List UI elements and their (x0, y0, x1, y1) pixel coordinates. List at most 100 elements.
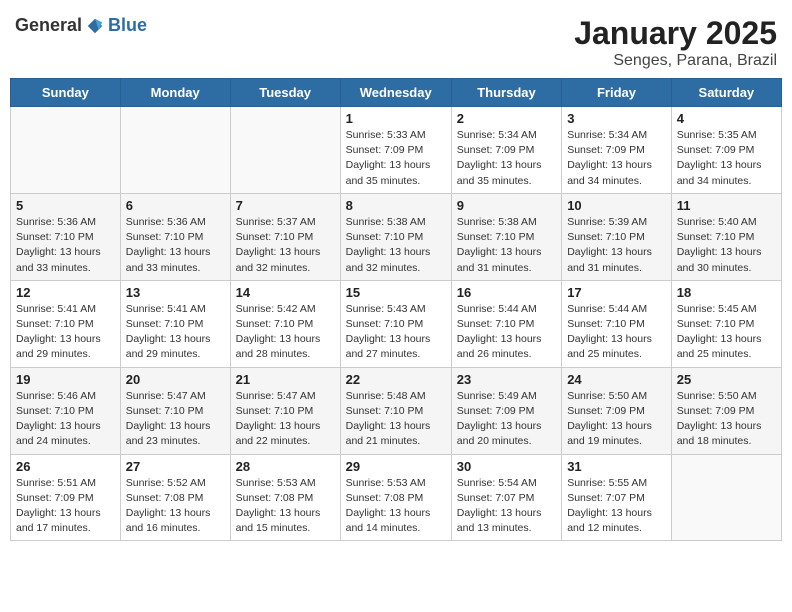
calendar-body: 1 Sunrise: 5:33 AMSunset: 7:09 PMDaylight… (11, 107, 782, 541)
day-number: 2 (457, 111, 556, 126)
calendar-cell: 6 Sunrise: 5:36 AMSunset: 7:10 PMDaylight… (120, 193, 230, 280)
day-info: Sunrise: 5:49 AMSunset: 7:09 PMDaylight:… (457, 389, 556, 450)
calendar-cell: 12 Sunrise: 5:41 AMSunset: 7:10 PMDayligh… (11, 280, 121, 367)
calendar-cell: 8 Sunrise: 5:38 AMSunset: 7:10 PMDaylight… (340, 193, 451, 280)
day-info: Sunrise: 5:36 AMSunset: 7:10 PMDaylight:… (126, 215, 225, 276)
day-info: Sunrise: 5:51 AMSunset: 7:09 PMDaylight:… (16, 476, 115, 537)
calendar-cell: 29Sunrise: 5:53 AMSunset: 7:08 PMDayligh… (340, 454, 451, 541)
logo-blue: Blue (108, 15, 147, 36)
logo-icon (86, 17, 104, 35)
calendar-cell: 22Sunrise: 5:48 AMSunset: 7:10 PMDayligh… (340, 367, 451, 454)
calendar-cell (11, 107, 121, 194)
calendar-week-row: 1 Sunrise: 5:33 AMSunset: 7:09 PMDaylight… (11, 107, 782, 194)
logo: General Blue (15, 15, 147, 36)
day-number: 6 (126, 198, 225, 213)
day-info: Sunrise: 5:39 AMSunset: 7:10 PMDaylight:… (567, 215, 666, 276)
calendar-cell: 23 Sunrise: 5:49 AMSunset: 7:09 PMDayligh… (451, 367, 561, 454)
day-info: Sunrise: 5:52 AMSunset: 7:08 PMDaylight:… (126, 476, 225, 537)
day-number: 21 (236, 372, 335, 387)
weekday-header-cell: Wednesday (340, 79, 451, 107)
calendar-cell: 1 Sunrise: 5:33 AMSunset: 7:09 PMDaylight… (340, 107, 451, 194)
day-number: 4 (677, 111, 776, 126)
day-number: 19 (16, 372, 115, 387)
calendar-cell: 26 Sunrise: 5:51 AMSunset: 7:09 PMDayligh… (11, 454, 121, 541)
calendar-cell: 10 Sunrise: 5:39 AMSunset: 7:10 PMDayligh… (562, 193, 672, 280)
day-number: 25 (677, 372, 776, 387)
month-title: January 2025 (574, 15, 777, 52)
day-number: 30 (457, 459, 556, 474)
calendar-cell: 2 Sunrise: 5:34 AMSunset: 7:09 PMDaylight… (451, 107, 561, 194)
calendar-cell (230, 107, 340, 194)
calendar-cell: 19 Sunrise: 5:46 AMSunset: 7:10 PMDayligh… (11, 367, 121, 454)
day-number: 12 (16, 285, 115, 300)
day-info: Sunrise: 5:50 AMSunset: 7:09 PMDaylight:… (677, 389, 776, 450)
day-number: 18 (677, 285, 776, 300)
day-info: Sunrise: 5:35 AMSunset: 7:09 PMDaylight:… (677, 128, 776, 189)
day-number: 17 (567, 285, 666, 300)
calendar-cell: 18 Sunrise: 5:45 AMSunset: 7:10 PMDayligh… (671, 280, 781, 367)
day-info: Sunrise: 5:45 AMSunset: 7:10 PMDaylight:… (677, 302, 776, 363)
calendar-cell: 15Sunrise: 5:43 AMSunset: 7:10 PMDayligh… (340, 280, 451, 367)
day-info: Sunrise: 5:38 AMSunset: 7:10 PMDaylight:… (346, 215, 446, 276)
day-number: 27 (126, 459, 225, 474)
calendar-cell: 7Sunrise: 5:37 AMSunset: 7:10 PMDaylight… (230, 193, 340, 280)
day-info: Sunrise: 5:34 AMSunset: 7:09 PMDaylight:… (457, 128, 556, 189)
calendar-cell: 4 Sunrise: 5:35 AMSunset: 7:09 PMDaylight… (671, 107, 781, 194)
day-info: Sunrise: 5:47 AMSunset: 7:10 PMDaylight:… (126, 389, 225, 450)
day-number: 31 (567, 459, 666, 474)
calendar-cell: 30 Sunrise: 5:54 AMSunset: 7:07 PMDayligh… (451, 454, 561, 541)
calendar-cell: 31Sunrise: 5:55 AMSunset: 7:07 PMDayligh… (562, 454, 672, 541)
day-info: Sunrise: 5:43 AMSunset: 7:10 PMDaylight:… (346, 302, 446, 363)
day-number: 20 (126, 372, 225, 387)
weekday-header-cell: Tuesday (230, 79, 340, 107)
calendar-cell: 21 Sunrise: 5:47 AMSunset: 7:10 PMDayligh… (230, 367, 340, 454)
weekday-header-cell: Sunday (11, 79, 121, 107)
day-number: 24 (567, 372, 666, 387)
day-info: Sunrise: 5:47 AMSunset: 7:10 PMDaylight:… (236, 389, 335, 450)
day-info: Sunrise: 5:37 AMSunset: 7:10 PMDaylight:… (236, 215, 335, 276)
weekday-header-row: SundayMondayTuesdayWednesdayThursdayFrid… (11, 79, 782, 107)
calendar-cell: 11Sunrise: 5:40 AMSunset: 7:10 PMDayligh… (671, 193, 781, 280)
page-header: General Blue January 2025 Senges, Parana… (10, 10, 782, 70)
day-number: 9 (457, 198, 556, 213)
calendar-week-row: 12 Sunrise: 5:41 AMSunset: 7:10 PMDayligh… (11, 280, 782, 367)
day-info: Sunrise: 5:41 AMSunset: 7:10 PMDaylight:… (16, 302, 115, 363)
day-number: 1 (346, 111, 446, 126)
weekday-header-cell: Thursday (451, 79, 561, 107)
day-number: 26 (16, 459, 115, 474)
calendar-cell: 25 Sunrise: 5:50 AMSunset: 7:09 PMDayligh… (671, 367, 781, 454)
weekday-header-cell: Saturday (671, 79, 781, 107)
day-number: 16 (457, 285, 556, 300)
calendar-cell (120, 107, 230, 194)
calendar-cell: 13 Sunrise: 5:41 AMSunset: 7:10 PMDayligh… (120, 280, 230, 367)
calendar-cell (671, 454, 781, 541)
day-info: Sunrise: 5:38 AMSunset: 7:10 PMDaylight:… (457, 215, 556, 276)
day-number: 8 (346, 198, 446, 213)
day-info: Sunrise: 5:46 AMSunset: 7:10 PMDaylight:… (16, 389, 115, 450)
calendar-cell: 17 Sunrise: 5:44 AMSunset: 7:10 PMDayligh… (562, 280, 672, 367)
day-number: 10 (567, 198, 666, 213)
calendar-cell: 3 Sunrise: 5:34 AMSunset: 7:09 PMDaylight… (562, 107, 672, 194)
day-info: Sunrise: 5:44 AMSunset: 7:10 PMDaylight:… (567, 302, 666, 363)
day-number: 23 (457, 372, 556, 387)
day-info: Sunrise: 5:33 AMSunset: 7:09 PMDaylight:… (346, 128, 446, 189)
day-info: Sunrise: 5:53 AMSunset: 7:08 PMDaylight:… (236, 476, 335, 537)
logo-general: General (15, 15, 82, 36)
day-number: 28 (236, 459, 335, 474)
day-info: Sunrise: 5:36 AMSunset: 7:10 PMDaylight:… (16, 215, 115, 276)
day-number: 14 (236, 285, 335, 300)
calendar-week-row: 19 Sunrise: 5:46 AMSunset: 7:10 PMDayligh… (11, 367, 782, 454)
day-info: Sunrise: 5:41 AMSunset: 7:10 PMDaylight:… (126, 302, 225, 363)
location-title: Senges, Parana, Brazil (574, 52, 777, 70)
day-number: 3 (567, 111, 666, 126)
calendar-cell: 24Sunrise: 5:50 AMSunset: 7:09 PMDayligh… (562, 367, 672, 454)
day-info: Sunrise: 5:34 AMSunset: 7:09 PMDaylight:… (567, 128, 666, 189)
calendar-cell: 20 Sunrise: 5:47 AMSunset: 7:10 PMDayligh… (120, 367, 230, 454)
day-number: 13 (126, 285, 225, 300)
day-info: Sunrise: 5:53 AMSunset: 7:08 PMDaylight:… (346, 476, 446, 537)
title-block: January 2025 Senges, Parana, Brazil (574, 15, 777, 70)
day-info: Sunrise: 5:54 AMSunset: 7:07 PMDaylight:… (457, 476, 556, 537)
day-number: 22 (346, 372, 446, 387)
calendar-cell: 14Sunrise: 5:42 AMSunset: 7:10 PMDayligh… (230, 280, 340, 367)
calendar-cell: 16Sunrise: 5:44 AMSunset: 7:10 PMDayligh… (451, 280, 561, 367)
